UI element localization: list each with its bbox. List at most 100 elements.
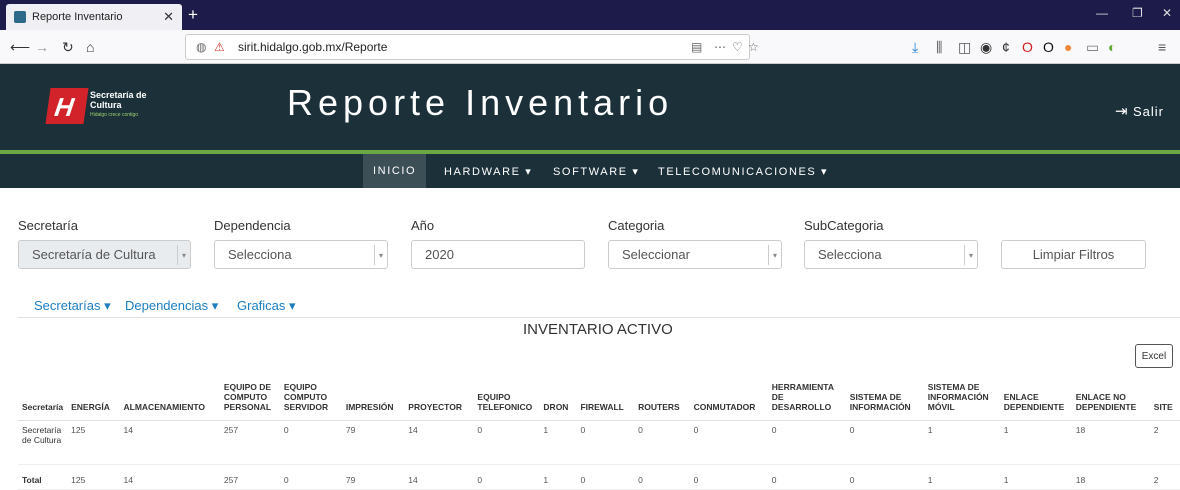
nav-hardware[interactable]: HARDWARE ▾ xyxy=(444,165,532,178)
col-header: HERRAMIENTA DE DESARROLLO xyxy=(767,372,846,421)
graficas-dropdown[interactable]: Graficas ▾ xyxy=(237,298,296,314)
col-header: Secretaría xyxy=(18,372,68,421)
anio-input[interactable]: 2020 xyxy=(411,240,585,269)
main-nav: INICIO HARDWARE ▾ SOFTWARE ▾ TELECOMUNIC… xyxy=(0,154,1180,188)
logout-link[interactable]: Salir xyxy=(1133,104,1164,119)
extension-globe-icon[interactable]: ◉ xyxy=(980,39,992,56)
nav-telecomunicaciones[interactable]: TELECOMUNICACIONES ▾ xyxy=(658,165,828,178)
secretaria-select[interactable]: Secretaría de Cultura ▾ xyxy=(18,240,191,269)
browser-tab-bar: Reporte Inventario ✕ + — ❐ ✕ xyxy=(0,0,1180,30)
table-cell: 79 xyxy=(341,420,405,465)
dependencia-select[interactable]: Selecciona ▾ xyxy=(214,240,388,269)
forward-icon[interactable]: → xyxy=(35,39,49,55)
table-cell: 0 xyxy=(767,464,846,490)
extension-puzzle-icon[interactable]: ◐ xyxy=(1108,39,1116,55)
browser-tab[interactable]: Reporte Inventario ✕ xyxy=(6,4,182,30)
table-cell: 0 xyxy=(767,420,846,465)
table-cell: 0 xyxy=(576,464,635,490)
table-cell: 2 xyxy=(1149,464,1180,490)
secretaria-label: Secretaría xyxy=(18,218,78,233)
home-icon[interactable]: ⌂ xyxy=(86,39,94,55)
col-header: CONMUTADOR xyxy=(689,372,768,421)
col-header: ENERGÍA xyxy=(67,372,120,421)
new-tab-icon[interactable]: + xyxy=(188,5,198,25)
extension-c-icon[interactable]: ¢ xyxy=(1002,39,1010,55)
download-icon[interactable]: ⤓ xyxy=(912,39,918,56)
extension-o-icon[interactable]: O xyxy=(1043,39,1054,55)
col-header: PROYECTOR xyxy=(404,372,474,421)
col-header: EQUIPO DE COMPUTO PERSONAL xyxy=(219,372,280,421)
table-cell: 0 xyxy=(473,464,540,490)
section-title: INVENTARIO ACTIVO xyxy=(523,321,673,338)
table-cell: 1 xyxy=(539,420,577,465)
dependencia-label: Dependencia xyxy=(214,218,291,233)
table-cell: 14 xyxy=(404,420,474,465)
browser-toolbar: ⟵ → ↻ ⌂ ◍ ⚠ sirit.hidalgo.gob.mx/Reporte… xyxy=(0,30,1180,64)
dependencia-value: Selecciona xyxy=(228,247,292,262)
categoria-label: Categoria xyxy=(608,218,665,233)
table-cell: 1 xyxy=(999,420,1072,465)
menu-hamburger-icon[interactable]: ≡ xyxy=(1158,39,1166,55)
table-cell: 2 xyxy=(1149,420,1180,465)
subcategoria-label: SubCategoria xyxy=(804,218,884,233)
org-line1: Secretaría de xyxy=(90,90,147,100)
secretarias-dropdown[interactable]: Secretarías ▾ xyxy=(34,298,111,314)
address-bar[interactable]: ◍ ⚠ sirit.hidalgo.gob.mx/Reporte ▤ ⋯ ♡ ☆ xyxy=(185,34,759,60)
minimize-icon[interactable]: — xyxy=(1096,6,1108,20)
org-tagline: Hidalgo crece contigo xyxy=(90,112,139,118)
table-cell: 0 xyxy=(634,464,690,490)
chevron-down-icon: ▾ xyxy=(374,245,387,265)
shield-icon[interactable]: ◍ xyxy=(196,40,206,54)
col-header: SITE xyxy=(1149,372,1180,421)
restore-icon[interactable]: ❐ xyxy=(1132,6,1143,20)
clear-filters-button[interactable]: Limpiar Filtros xyxy=(1001,240,1146,269)
table-cell: 257 xyxy=(219,464,280,490)
excel-button[interactable]: Excel xyxy=(1135,344,1173,368)
categoria-select[interactable]: Seleccionar ▾ xyxy=(608,240,782,269)
table-cell: 257 xyxy=(219,420,280,465)
window-close-icon[interactable]: ✕ xyxy=(1162,6,1172,20)
reload-icon[interactable]: ↻ xyxy=(62,39,74,56)
table-header-row: Secretaría ENERGÍA ALMACENAMIENTO EQUIPO… xyxy=(18,372,1180,421)
col-header: ENLACE NO DEPENDIENTE xyxy=(1071,372,1150,421)
pocket-icon[interactable]: ♡ xyxy=(732,40,743,54)
table-cell: 79 xyxy=(341,464,405,490)
col-header: FIREWALL xyxy=(576,372,635,421)
nav-software[interactable]: SOFTWARE ▾ xyxy=(553,165,640,178)
table-cell: 1 xyxy=(539,464,577,490)
table-cell: 1 xyxy=(923,420,1000,465)
table-cell: 125 xyxy=(67,464,120,490)
col-header: IMPRESIÓN xyxy=(341,372,405,421)
library-icon[interactable]: ⫼ xyxy=(936,39,942,56)
cell-secretaria: Secretaría de Cultura xyxy=(18,420,68,465)
table-cell: 18 xyxy=(1071,464,1150,490)
chevron-down-icon: ▾ xyxy=(964,245,977,265)
table-cell: 0 xyxy=(576,420,635,465)
extension-screen-icon[interactable]: ▭ xyxy=(1086,39,1099,56)
page-title: Reporte Inventario xyxy=(287,82,674,123)
table-cell: 14 xyxy=(404,464,474,490)
anio-value: 2020 xyxy=(425,247,454,262)
page-actions-icon[interactable]: ⋯ xyxy=(714,40,726,54)
tab-title: Reporte Inventario xyxy=(32,11,123,23)
site-header: H Secretaría de Cultura Hidalgo crece co… xyxy=(0,64,1180,150)
extension-orange-icon[interactable]: ● xyxy=(1064,39,1072,55)
secretaria-value: Secretaría de Cultura xyxy=(32,247,156,262)
col-header: EQUIPO COMPUTO SERVIDOR xyxy=(279,372,342,421)
logout-icon[interactable]: ⇥ xyxy=(1115,102,1128,120)
bookmark-star-icon[interactable]: ☆ xyxy=(748,40,759,54)
insecure-lock-icon[interactable]: ⚠ xyxy=(214,40,225,54)
nav-inicio[interactable]: INICIO xyxy=(363,154,427,188)
cell-total-label: Total xyxy=(18,464,68,490)
reader-view-icon[interactable]: ▤ xyxy=(691,40,702,54)
sidebar-icon[interactable]: ◫ xyxy=(958,39,971,56)
extension-opera-icon[interactable]: O xyxy=(1022,39,1033,55)
table-cell: 0 xyxy=(634,420,690,465)
close-tab-icon[interactable]: ✕ xyxy=(163,9,174,25)
table-cell: 14 xyxy=(119,420,220,465)
table-cell: 0 xyxy=(689,464,768,490)
col-header: ROUTERS xyxy=(634,372,690,421)
back-icon[interactable]: ⟵ xyxy=(10,39,30,56)
subcategoria-select[interactable]: Selecciona ▾ xyxy=(804,240,978,269)
dependencias-dropdown[interactable]: Dependencias ▾ xyxy=(125,298,218,314)
